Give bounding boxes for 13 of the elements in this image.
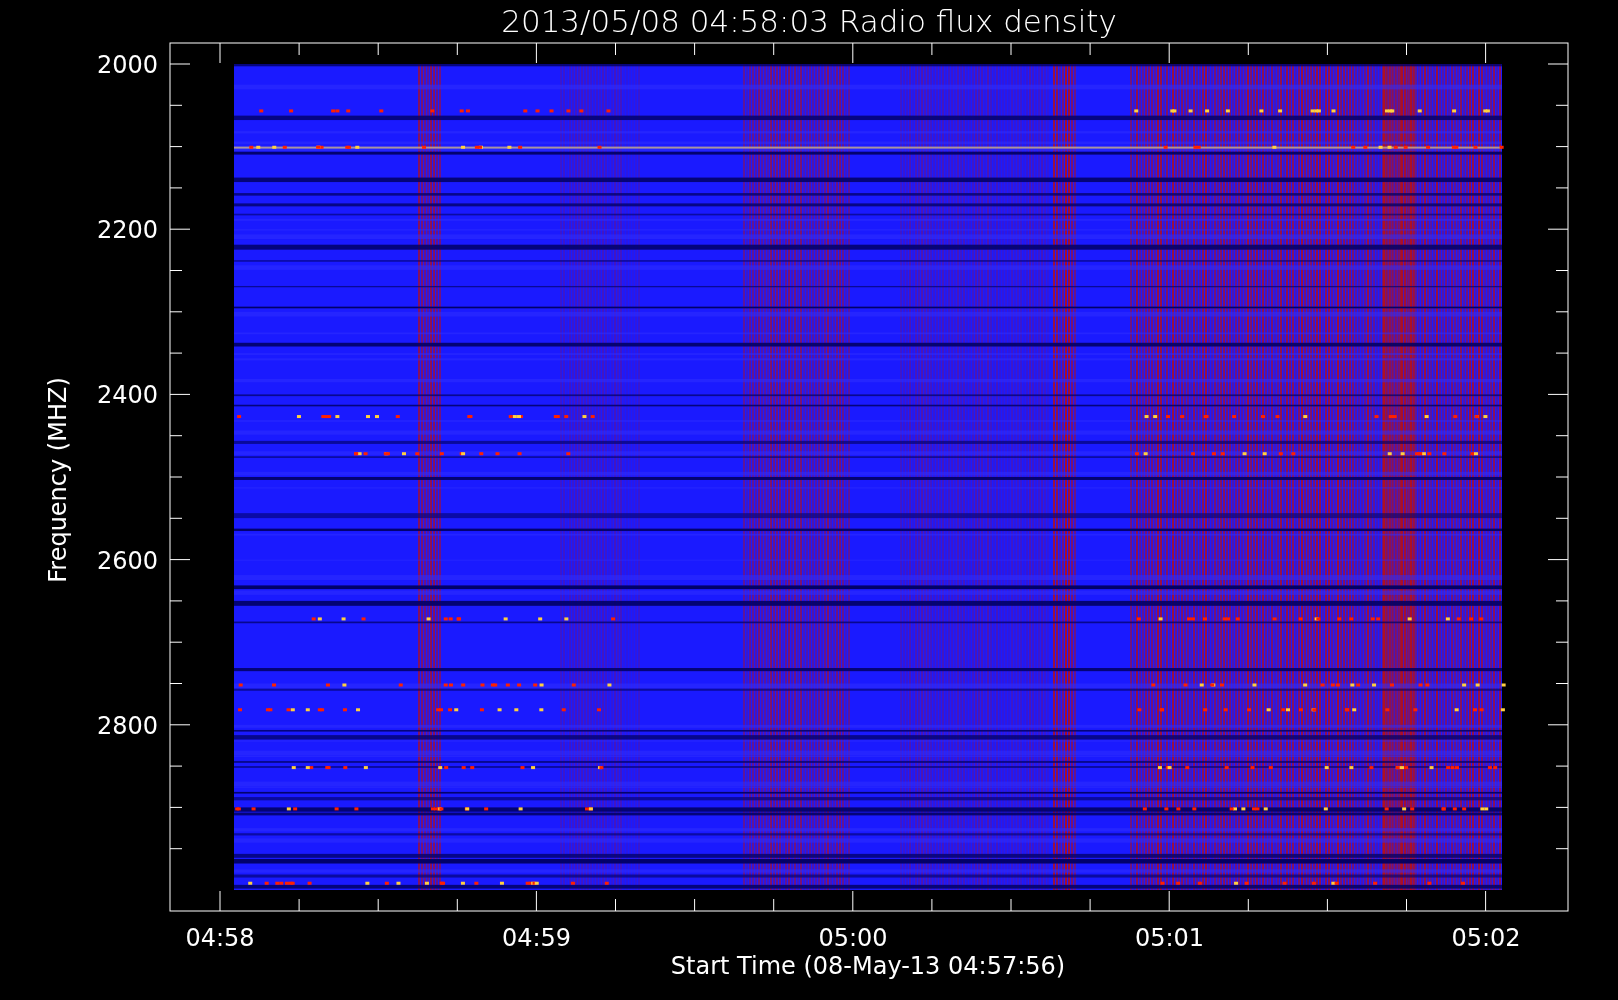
y-tick-label: 2000 xyxy=(96,51,158,79)
y-tick-label: 2200 xyxy=(96,216,158,245)
y-tick-label: 2800 xyxy=(96,711,158,740)
x-tick-label: 05:02 xyxy=(1451,924,1521,952)
y-axis-label: Frequency (MHZ) xyxy=(44,377,72,583)
x-tick-label: 05:01 xyxy=(1134,924,1205,952)
x-axis-label: Start Time (08-May-13 04:57:56) xyxy=(670,952,1066,980)
x-tick-label: 05:00 xyxy=(818,924,888,952)
y-tick-label: 2600 xyxy=(96,546,158,575)
x-tick-label: 04:59 xyxy=(501,924,572,952)
plot-title: 2013/05/08 04:58:03 Radio flux density xyxy=(501,3,1117,39)
y-tick-label: 2400 xyxy=(96,381,158,410)
x-tick-label: 04:58 xyxy=(185,924,255,952)
